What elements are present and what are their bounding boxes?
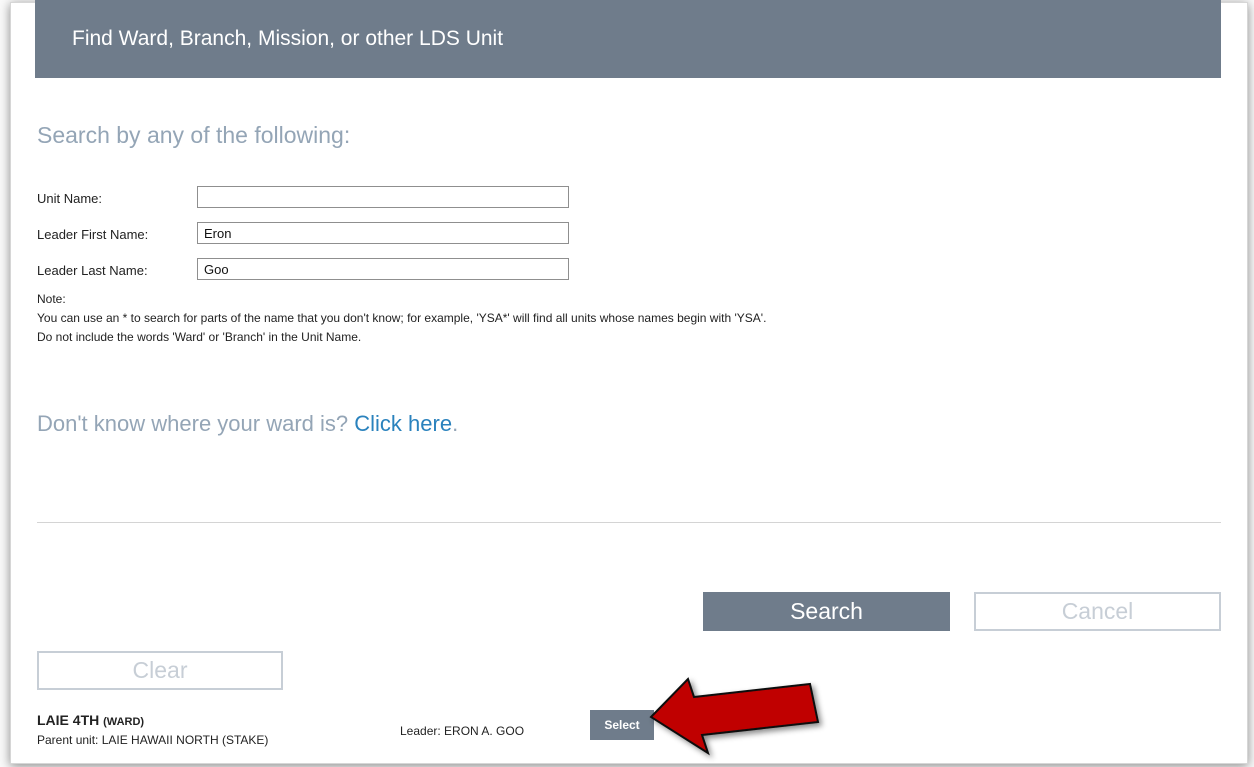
red-arrow-shape [649, 677, 820, 756]
annotation-arrow-icon [649, 677, 820, 756]
